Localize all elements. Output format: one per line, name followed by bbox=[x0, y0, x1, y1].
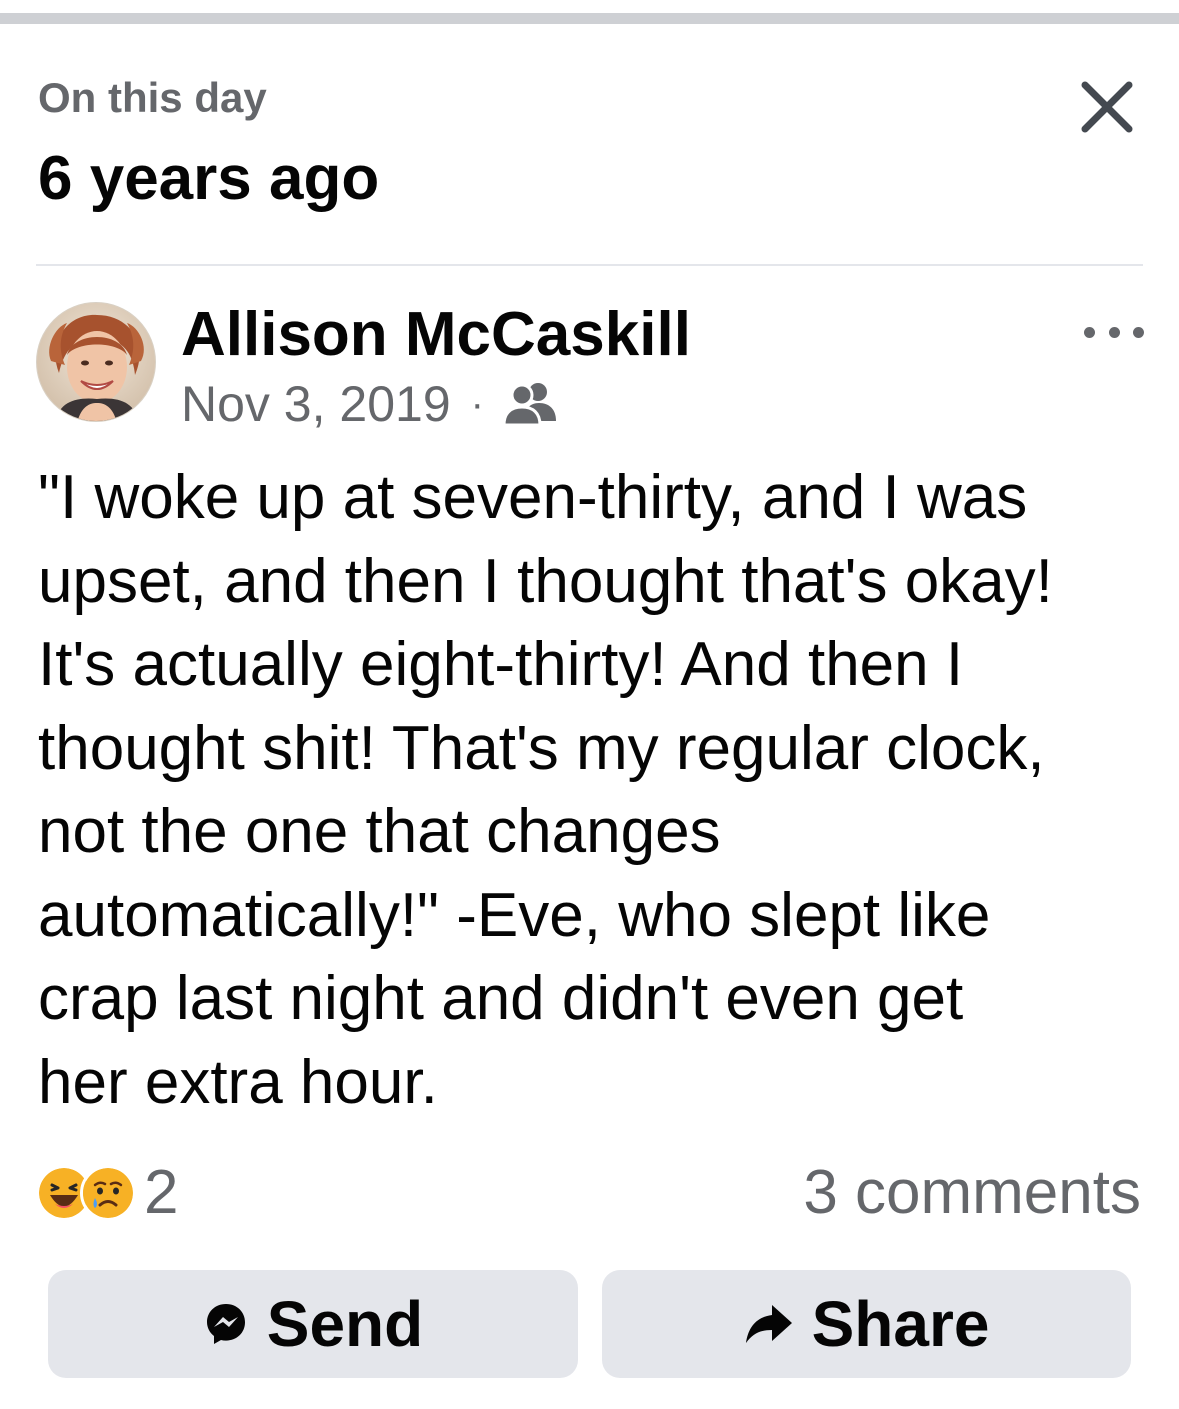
friends-icon bbox=[502, 383, 556, 427]
share-arrow-icon bbox=[744, 1303, 794, 1345]
post-author-name[interactable]: Allison McCaskill bbox=[181, 298, 691, 372]
memory-subtitle: On this day bbox=[38, 74, 267, 121]
reaction-count: 2 bbox=[144, 1158, 179, 1227]
header-divider bbox=[36, 264, 1143, 266]
post-date[interactable]: Nov 3, 2019 bbox=[181, 375, 451, 433]
send-button[interactable]: Send bbox=[48, 1270, 578, 1378]
top-divider-bar bbox=[0, 13, 1179, 24]
reactions-summary[interactable]: 2 bbox=[36, 1156, 178, 1230]
profile-photo bbox=[37, 303, 155, 421]
comments-count[interactable]: 3 comments bbox=[803, 1156, 1141, 1230]
more-options-button[interactable] bbox=[1084, 314, 1144, 350]
share-button[interactable]: Share bbox=[602, 1270, 1131, 1378]
avatar[interactable] bbox=[36, 302, 156, 422]
post-body-text: "I woke up at seven-thirty, and I was up… bbox=[38, 463, 1053, 1117]
more-dot-icon bbox=[1133, 326, 1144, 338]
close-icon bbox=[1081, 81, 1133, 133]
messenger-icon bbox=[203, 1301, 249, 1347]
close-button[interactable] bbox=[1072, 72, 1142, 142]
meta-separator: · bbox=[470, 381, 484, 426]
reaction-icons bbox=[36, 1165, 136, 1221]
share-label: Share bbox=[811, 1288, 990, 1360]
more-dot-icon bbox=[1108, 326, 1120, 338]
more-dot-icon bbox=[1084, 326, 1095, 338]
send-label: Send bbox=[266, 1288, 424, 1360]
memory-title: 6 years ago bbox=[38, 144, 380, 213]
post-meta: Nov 3, 2019 · bbox=[181, 372, 558, 436]
sad-icon bbox=[80, 1165, 136, 1221]
